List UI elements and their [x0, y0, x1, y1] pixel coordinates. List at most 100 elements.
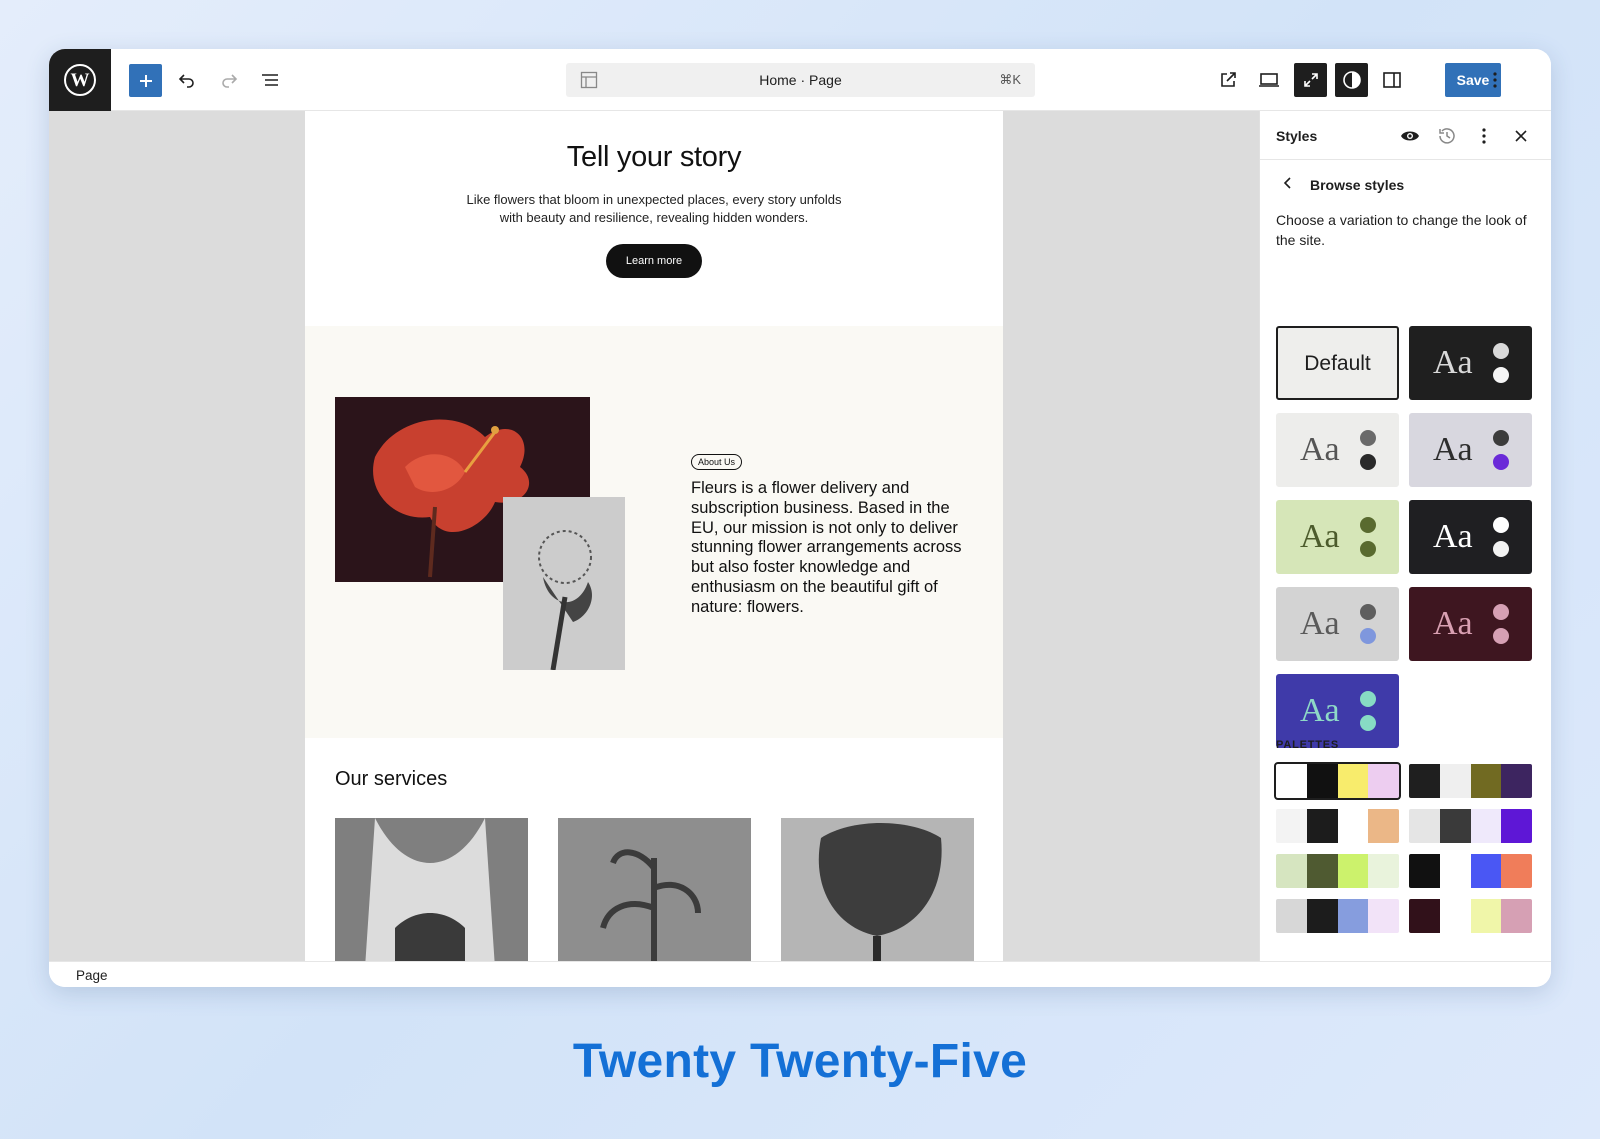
style-variation-card[interactable]: Aa: [1276, 587, 1399, 661]
services-heading: Our services: [335, 768, 448, 790]
about-section: About Us Fleurs is a flower delivery and…: [305, 326, 1003, 738]
browse-styles-title: Browse styles: [1310, 177, 1405, 193]
service-image-bell-flower: [335, 818, 528, 961]
external-link-icon: [1221, 72, 1236, 87]
page-preview[interactable]: Tell your story Like flowers that bloom …: [305, 111, 1003, 961]
zoom-out-button[interactable]: [1294, 63, 1327, 97]
palette-option[interactable]: [1409, 899, 1532, 933]
palette-swatch: [1439, 809, 1471, 843]
palette-swatch: [1368, 899, 1399, 933]
palette-option[interactable]: [1409, 809, 1532, 843]
history-icon: [1439, 128, 1455, 144]
document-title: Home · Page: [759, 72, 842, 88]
back-button[interactable]: [1276, 171, 1300, 195]
undo-button[interactable]: [171, 64, 203, 96]
eye-icon: [1401, 131, 1419, 141]
svg-text:W: W: [71, 70, 90, 91]
sidebar-icon: [1383, 72, 1401, 88]
color-dot: [1493, 454, 1509, 470]
color-dot: [1360, 604, 1376, 620]
style-variation-card[interactable]: Aa: [1276, 674, 1399, 748]
redo-icon: [222, 74, 238, 88]
color-dot: [1493, 430, 1509, 446]
palette-swatch: [1306, 809, 1338, 843]
wordpress-icon: W: [64, 64, 96, 96]
sidebar-options-button[interactable]: [1472, 124, 1496, 148]
palette-option[interactable]: [1276, 854, 1399, 888]
style-variation-card[interactable]: Aa: [1276, 500, 1399, 574]
palette-swatch: [1276, 764, 1307, 798]
status-bar: Page: [49, 961, 1551, 987]
style-variation-card[interactable]: Aa: [1409, 500, 1532, 574]
color-dot: [1493, 541, 1509, 557]
palette-swatch: [1409, 854, 1440, 888]
options-button[interactable]: [1479, 64, 1511, 96]
revisions-button[interactable]: [1435, 124, 1459, 148]
palette-swatch: [1368, 764, 1399, 798]
add-block-button[interactable]: [129, 64, 162, 97]
close-icon: [1515, 130, 1527, 142]
palette-swatch: [1501, 899, 1532, 933]
view-site-button[interactable]: [1212, 64, 1244, 96]
palette-option[interactable]: [1276, 809, 1399, 843]
color-dot: [1493, 367, 1509, 383]
color-dot: [1493, 628, 1509, 644]
hero-text: Like flowers that bloom in unexpected pl…: [466, 192, 842, 225]
style-variation-card[interactable]: Aa: [1409, 587, 1532, 661]
palette-swatch: [1368, 854, 1399, 888]
styles-button[interactable]: [1335, 63, 1368, 97]
palette-swatch: [1501, 854, 1532, 888]
palette-swatch: [1276, 899, 1307, 933]
service-image-curled-plant: [558, 818, 751, 961]
document-bar[interactable]: Home · Page ⌘K: [566, 63, 1035, 97]
command-shortcut: ⌘K: [999, 72, 1021, 87]
palette-option[interactable]: [1409, 764, 1532, 798]
palette-swatch: [1368, 809, 1399, 843]
palette-swatch: [1337, 899, 1369, 933]
palette-swatch: [1501, 809, 1532, 843]
typography-preview: Aa: [1300, 692, 1340, 729]
typography-preview: Aa: [1433, 431, 1473, 468]
palette-swatch: [1470, 854, 1502, 888]
typography-preview: Aa: [1433, 518, 1473, 555]
color-dot: [1360, 430, 1376, 446]
color-dot: [1360, 517, 1376, 533]
brand-name: Fleurs: [691, 479, 737, 497]
about-body: is a flower delivery and subscription bu…: [691, 479, 962, 616]
redo-button[interactable]: [213, 64, 245, 96]
style-variation-card[interactable]: Aa: [1409, 326, 1532, 400]
palette-option[interactable]: [1409, 854, 1532, 888]
style-variation-card[interactable]: Aa: [1409, 413, 1532, 487]
styles-sidebar: Styles Browse styles Choose a variation …: [1259, 111, 1551, 961]
color-dot: [1360, 541, 1376, 557]
device-preview-button[interactable]: [1253, 64, 1285, 96]
palette-swatch: [1439, 899, 1471, 933]
wordpress-logo-button[interactable]: W: [49, 49, 111, 111]
breadcrumb-page[interactable]: Page: [76, 968, 108, 983]
color-dot: [1360, 691, 1376, 707]
style-variation-card[interactable]: Aa: [1276, 413, 1399, 487]
color-dot: [1493, 517, 1509, 533]
typography-preview: Aa: [1433, 344, 1473, 381]
services-section: Our services: [305, 738, 1003, 961]
palette-swatch: [1409, 764, 1440, 798]
settings-sidebar-button[interactable]: [1376, 64, 1408, 96]
palette-swatch: [1409, 809, 1440, 843]
sidebar-header: Styles: [1260, 111, 1551, 160]
top-toolbar: W Home · Page ⌘K Save: [49, 49, 1551, 111]
style-book-button[interactable]: [1398, 124, 1422, 148]
palette-swatch: [1276, 854, 1307, 888]
document-overview-button[interactable]: [254, 64, 286, 96]
palette-swatch: [1306, 854, 1338, 888]
palette-swatch: [1337, 854, 1369, 888]
palette-option[interactable]: [1274, 762, 1401, 800]
learn-more-button[interactable]: Learn more: [606, 244, 702, 278]
typography-preview: Aa: [1300, 431, 1340, 468]
about-us-badge: About Us: [691, 454, 743, 470]
close-sidebar-button[interactable]: [1509, 124, 1533, 148]
palette-option[interactable]: [1276, 899, 1399, 933]
theme-caption: Twenty Twenty-Five: [572, 1035, 1028, 1088]
service-image-artichoke: [781, 818, 974, 961]
style-variation-default[interactable]: Default: [1276, 326, 1399, 400]
palette-swatch: [1337, 809, 1369, 843]
